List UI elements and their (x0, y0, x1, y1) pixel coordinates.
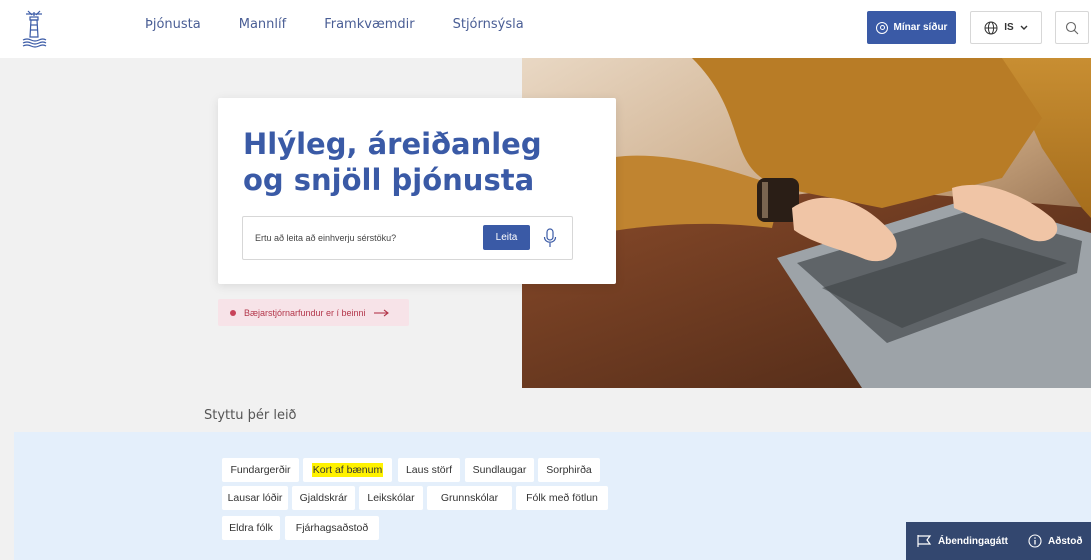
hero-card: Hlýleg, áreiðanleg og snjöll þjónusta Er… (218, 98, 616, 284)
nav-thjonusta[interactable]: Þjónusta (145, 17, 201, 32)
info-icon (1028, 534, 1042, 548)
site-header: Þjónusta Mannlíf Framkvæmdir Stjórnsýsla… (0, 0, 1091, 58)
hero-title-line-2: og snjöll þjónusta (243, 163, 535, 197)
nav-framkvaemdir[interactable]: Framkvæmdir (324, 17, 414, 32)
chip-fjarhagsadstod[interactable]: Fjárhagsaðstoð (285, 516, 379, 540)
chip-leikskolar[interactable]: Leikskólar (359, 486, 423, 510)
chip-fundargerdir[interactable]: Fundargerðir (222, 458, 299, 482)
flag-icon (917, 535, 932, 547)
chip-gjaldskrar[interactable]: Gjaldskrár (292, 486, 355, 510)
nav-mannlif[interactable]: Mannlíf (239, 17, 286, 32)
chip-laus-storf[interactable]: Laus störf (398, 458, 460, 482)
chip-kort-af-baenum-label: Kort af bænum (311, 463, 384, 477)
feedback-label: Ábendingagátt (938, 535, 1008, 547)
search-icon (1065, 21, 1079, 34)
my-pages-label: Mínar síður (893, 22, 948, 33)
search-submit-button[interactable]: Leita (483, 225, 530, 250)
live-notice-label: Bæjarstjórnarfundur er í beinni (244, 307, 366, 318)
header-search-button[interactable] (1055, 11, 1089, 44)
language-selector[interactable]: IS (970, 11, 1042, 44)
feedback-bar: Ábendingagátt Aðstoð (906, 522, 1091, 560)
search-input[interactable]: Ertu að leita að einhverju sérstöku? (255, 233, 396, 243)
help-button[interactable]: Aðstoð (1018, 522, 1091, 560)
lighthouse-logo-icon[interactable] (20, 10, 48, 48)
live-meeting-link[interactable]: Bæjarstjórnarfundur er í beinni (218, 299, 409, 326)
nav-stjornsysla[interactable]: Stjórnsýsla (453, 17, 524, 32)
my-pages-button[interactable]: Mínar síður (867, 11, 956, 44)
live-dot-icon (230, 309, 236, 316)
chip-kort-af-baenum[interactable]: Kort af bænum (303, 458, 392, 482)
shortcuts-heading: Styttu þér leið (204, 408, 297, 423)
main-nav: Þjónusta Mannlíf Framkvæmdir Stjórnsýsla (145, 17, 562, 32)
chip-sundlaugar[interactable]: Sundlaugar (465, 458, 534, 482)
microphone-icon[interactable] (543, 227, 557, 249)
chip-grunnskolar[interactable]: Grunnskólar (427, 486, 512, 510)
arrow-right-icon (373, 309, 389, 316)
hero-title: Hlýleg, áreiðanleg og snjöll þjónusta (243, 126, 603, 198)
site-search-box: Ertu að leita að einhverju sérstöku? Lei… (242, 216, 573, 260)
user-circle-icon (875, 21, 888, 34)
chevron-down-icon (1020, 25, 1028, 30)
language-label: IS (1004, 22, 1014, 33)
chip-folk-med-fotlun[interactable]: Fólk með fötlun (516, 486, 608, 510)
chip-lausar-lodir[interactable]: Lausar lóðir (222, 486, 288, 510)
help-label: Aðstoð (1048, 535, 1083, 547)
hero-title-line-1: Hlýleg, áreiðanleg (243, 127, 542, 161)
chip-eldra-folk[interactable]: Eldra fólk (222, 516, 280, 540)
globe-icon (984, 21, 998, 34)
feedback-button[interactable]: Ábendingagátt (906, 522, 1018, 560)
chip-sorphirda[interactable]: Sorphirða (538, 458, 600, 482)
